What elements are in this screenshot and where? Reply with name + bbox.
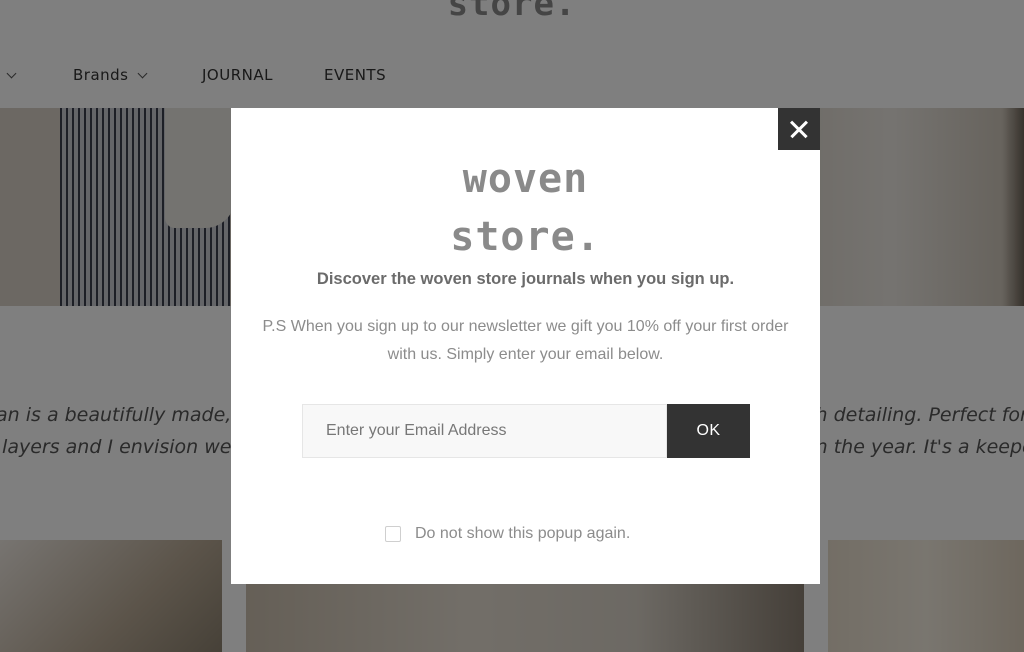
logo-line: woven <box>462 156 589 202</box>
email-input[interactable] <box>302 404 667 458</box>
logo-line: store. <box>450 214 601 260</box>
popup-body-text: P.S When you sign up to our newsletter w… <box>262 318 789 363</box>
close-button[interactable] <box>778 108 820 150</box>
submit-button[interactable]: OK <box>667 404 750 458</box>
popup-headline: Discover the woven store journals when y… <box>316 270 735 288</box>
newsletter-popup: woven store. Discover the woven store jo… <box>231 108 820 584</box>
dont-show-again-option[interactable]: Do not show this popup again. <box>385 522 630 546</box>
dont-show-checkbox[interactable] <box>385 526 401 542</box>
dont-show-label: Do not show this popup again. <box>415 525 631 542</box>
popup-logo: woven store. <box>231 150 820 266</box>
